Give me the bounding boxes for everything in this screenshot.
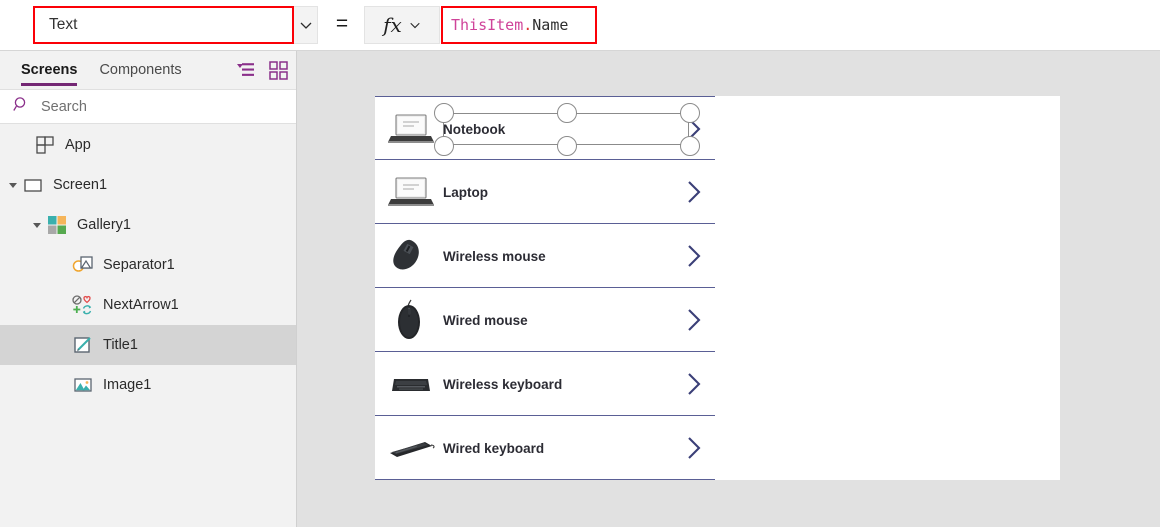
- tree-item-label: Screen1: [53, 177, 108, 193]
- chevron-right-icon[interactable]: [686, 416, 703, 480]
- chevron-right-icon[interactable]: [686, 97, 703, 161]
- label-edit-icon: [72, 334, 94, 356]
- formula-token-identifier: ThisItem: [451, 16, 524, 34]
- twisty-placeholder: [18, 138, 32, 152]
- chevron-right-icon[interactable]: [686, 288, 703, 352]
- laptop-thumb: [385, 106, 437, 152]
- tree-item-label: NextArrow1: [103, 297, 179, 313]
- tab-screens-label: Screens: [21, 62, 78, 78]
- wireless-mouse-thumb: [385, 233, 437, 279]
- resize-handle-bottom-center[interactable]: [557, 136, 577, 156]
- fx-label: fx: [383, 13, 402, 37]
- gallery-row[interactable]: Notebook: [375, 96, 715, 160]
- tree-item-gallery1[interactable]: Gallery1: [0, 205, 296, 245]
- expander-collapse-icon[interactable]: [6, 178, 20, 192]
- app-icon: [34, 134, 56, 156]
- fx-button[interactable]: fx: [364, 6, 440, 44]
- wired-mouse-thumb: [385, 297, 437, 343]
- equals-sign: =: [335, 12, 349, 35]
- property-selector[interactable]: Text: [33, 6, 318, 44]
- gallery-row-label: Wireless mouse: [443, 248, 546, 264]
- chevron-right-icon[interactable]: [686, 224, 703, 288]
- formula-token-property: Name: [532, 16, 569, 34]
- tree-view-icon[interactable]: [235, 61, 255, 79]
- tree-item-list: App Screen1 Gallery1 Separator1 NextArro…: [0, 125, 296, 405]
- formula-token-dot: .: [523, 16, 533, 34]
- image-icon: [72, 374, 94, 396]
- formula-input[interactable]: ThisItem. Name: [441, 6, 597, 44]
- gallery-row-label: Wired keyboard: [443, 440, 545, 456]
- gallery-row[interactable]: Laptop: [375, 160, 715, 224]
- gallery-row-label: Wired mouse: [443, 312, 528, 328]
- gallery-row-label: Laptop: [443, 184, 488, 200]
- gallery-icon: [46, 214, 68, 236]
- gallery-control[interactable]: Notebook Laptop Wireless mouse Wired mou…: [375, 96, 715, 480]
- tree-item-label: App: [65, 137, 91, 153]
- gallery-row-label: Wireless keyboard: [443, 376, 563, 392]
- resize-handle-top-center[interactable]: [557, 103, 577, 123]
- tree-panel-view-toggles: [235, 51, 288, 89]
- tree-item-label: Title1: [103, 337, 138, 353]
- property-selector-value[interactable]: Text: [33, 6, 294, 44]
- screen-icon: [22, 174, 44, 196]
- tree-item-nextarrow1[interactable]: NextArrow1: [0, 285, 296, 325]
- wireless-keyboard-thumb: [385, 361, 437, 407]
- gallery-row-label: Notebook: [443, 121, 506, 137]
- wired-keyboard-thumb: [385, 425, 437, 471]
- search-input[interactable]: Search: [41, 99, 87, 115]
- canvas-area: Notebook Laptop Wireless mouse Wired mou…: [297, 51, 1160, 527]
- tree-view-panel: Screens Components Search App Screen1 Ga…: [0, 51, 297, 527]
- chevron-right-icon[interactable]: [686, 352, 703, 416]
- tree-item-screen1[interactable]: Screen1: [0, 165, 296, 205]
- chevron-down-icon[interactable]: [294, 7, 317, 43]
- tree-item-app[interactable]: App: [0, 125, 296, 165]
- tree-item-title1[interactable]: Title1: [0, 325, 296, 365]
- formula-bar: Text = fx ThisItem. Name: [0, 0, 1160, 51]
- tree-item-image1[interactable]: Image1: [0, 365, 296, 405]
- gallery-row[interactable]: Wired keyboard: [375, 416, 715, 480]
- tab-screens[interactable]: Screens: [10, 51, 88, 89]
- gallery-row[interactable]: Wired mouse: [375, 288, 715, 352]
- gallery-row[interactable]: Wireless mouse: [375, 224, 715, 288]
- chevron-down-icon[interactable]: [409, 19, 421, 31]
- separator-icon: [72, 254, 94, 276]
- nextarrow-icon: [72, 294, 94, 316]
- tab-components[interactable]: Components: [88, 51, 192, 89]
- tree-panel-tabs: Screens Components: [0, 51, 296, 89]
- thumbnail-view-icon[interactable]: [269, 60, 288, 80]
- search-icon: [13, 96, 30, 118]
- tree-item-label: Gallery1: [77, 217, 131, 233]
- chevron-right-icon[interactable]: [686, 160, 703, 224]
- app-screen-canvas[interactable]: Notebook Laptop Wireless mouse Wired mou…: [375, 96, 1060, 480]
- laptop-thumb: [385, 169, 437, 215]
- gallery-row[interactable]: Wireless keyboard: [375, 352, 715, 416]
- search-box[interactable]: Search: [0, 89, 296, 124]
- formula-bar-empty-area: [597, 6, 1160, 44]
- tree-item-label: Image1: [103, 377, 152, 393]
- tab-components-label: Components: [99, 62, 182, 78]
- tree-item-separator1[interactable]: Separator1: [0, 245, 296, 285]
- expander-collapse-icon[interactable]: [30, 218, 44, 232]
- tree-item-label: Separator1: [103, 257, 175, 273]
